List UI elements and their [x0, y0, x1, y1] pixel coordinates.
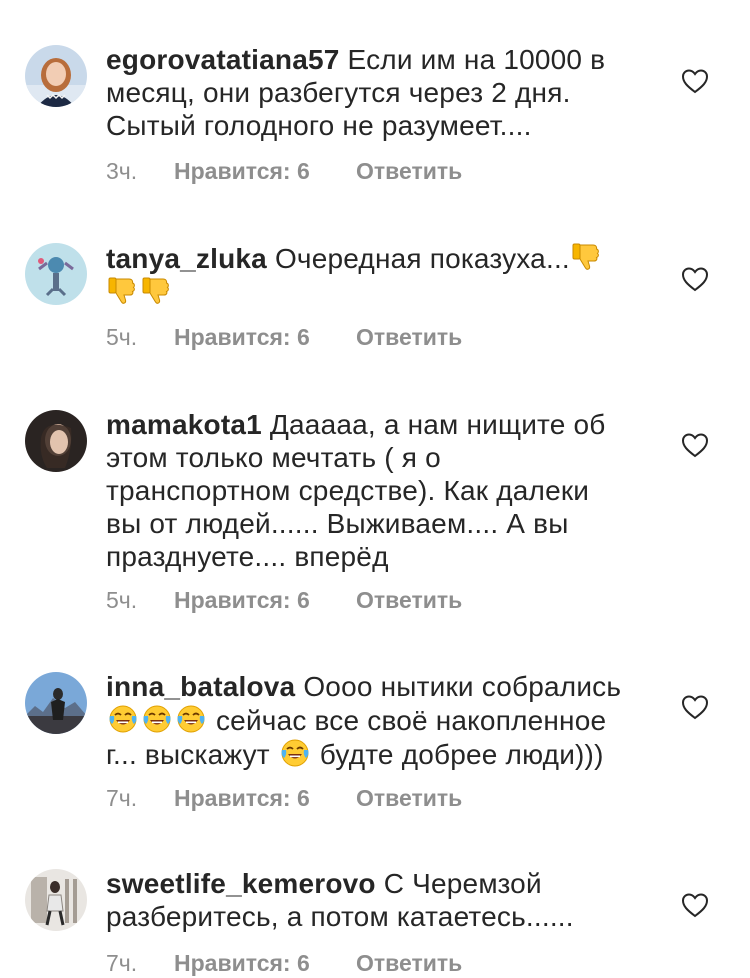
comment-time: 3ч. [106, 158, 138, 184]
comment-text: inna_batalova Оооо нытики собрались сейч… [106, 670, 651, 771]
comment-time: 7ч. [106, 785, 138, 811]
avatar[interactable] [25, 869, 87, 931]
comment-body: сейчас все своё накопленное [215, 705, 607, 736]
comment-body: этом только мечтать ( я о [106, 442, 441, 473]
avatar[interactable] [25, 45, 87, 107]
comment-text: egorovatatiana57 Если им на 10000 в меся… [106, 43, 651, 142]
like-heart-icon[interactable] [681, 892, 709, 918]
comment-meta: 7ч. Нравится: 6 Ответить [106, 783, 462, 813]
like-heart-icon[interactable] [681, 68, 709, 94]
like-heart-icon[interactable] [681, 266, 709, 292]
comment-text: mamakota1 Даааaa, а нам нищите об этом т… [106, 408, 651, 573]
username[interactable]: egorovatatiana57 [106, 44, 340, 75]
username[interactable]: mamakota1 [106, 409, 262, 440]
avatar[interactable] [25, 410, 87, 472]
tears-of-joy-icon [279, 737, 311, 769]
comment-meta: 3ч. Нравится: 6 Ответить [106, 156, 462, 186]
likes-count[interactable]: Нравится: 6 [174, 322, 356, 352]
like-heart-icon[interactable] [681, 694, 709, 720]
comment-body: Даааaa, а нам нищите об [269, 409, 606, 440]
reply-button[interactable]: Ответить [356, 783, 462, 813]
comment-body: месяц, они разбегутся через 2 дня. [106, 77, 571, 108]
comment-text: tanya_zluka Очередная показуха... [106, 241, 651, 309]
thumbs-down-icon [107, 275, 139, 307]
tears-of-joy-icon [141, 703, 173, 735]
comment-body: Очередная показуха... [274, 243, 570, 274]
likes-count[interactable]: Нравится: 6 [174, 783, 356, 813]
comment-body: транспортном средстве). Как далеки [106, 475, 590, 506]
reply-button[interactable]: Ответить [356, 322, 462, 352]
likes-count[interactable]: Нравится: 6 [174, 948, 356, 978]
avatar[interactable] [25, 243, 87, 305]
comment-body: празднуете.... вперёд [106, 541, 389, 572]
comment-body: С Черемзой [383, 868, 542, 899]
likes-count[interactable]: Нравится: 6 [174, 585, 356, 615]
reply-button[interactable]: Ответить [356, 585, 462, 615]
username[interactable]: tanya_zluka [106, 243, 267, 274]
comment-time: 5ч. [106, 587, 138, 613]
username[interactable]: sweetlife_kemerovo [106, 868, 376, 899]
likes-count[interactable]: Нравится: 6 [174, 156, 356, 186]
comment-time: 5ч. [106, 324, 138, 350]
reply-button[interactable]: Ответить [356, 156, 462, 186]
comment-body: вы от людей...... Выживаем.... А вы [106, 508, 569, 539]
comment-body: г... выскажут [106, 739, 270, 770]
tears-of-joy-icon [175, 703, 207, 735]
comment-text: sweetlife_kemerovo С Черемзой разберитес… [106, 867, 651, 933]
comment-meta: 5ч. Нравится: 6 Ответить [106, 322, 462, 352]
comment-body: разберитесь, а потом катаетесь...... [106, 901, 574, 932]
comment-body: Оооо нытики собрались [303, 671, 622, 702]
comment-time: 7ч. [106, 950, 138, 976]
comment-meta: 5ч. Нравится: 6 Ответить [106, 585, 462, 615]
comment-body: будте добрее люди))) [319, 739, 604, 770]
thumbs-down-icon [571, 241, 603, 273]
tears-of-joy-icon [107, 703, 139, 735]
comment-body: Если им на 10000 в [347, 44, 606, 75]
comment-body: Сытый голодного не разумеет.... [106, 110, 532, 141]
like-heart-icon[interactable] [681, 432, 709, 458]
avatar[interactable] [25, 672, 87, 734]
comment-meta: 7ч. Нравится: 6 Ответить [106, 948, 462, 978]
thumbs-down-icon [141, 275, 173, 307]
reply-button[interactable]: Ответить [356, 948, 462, 978]
username[interactable]: inna_batalova [106, 671, 295, 702]
